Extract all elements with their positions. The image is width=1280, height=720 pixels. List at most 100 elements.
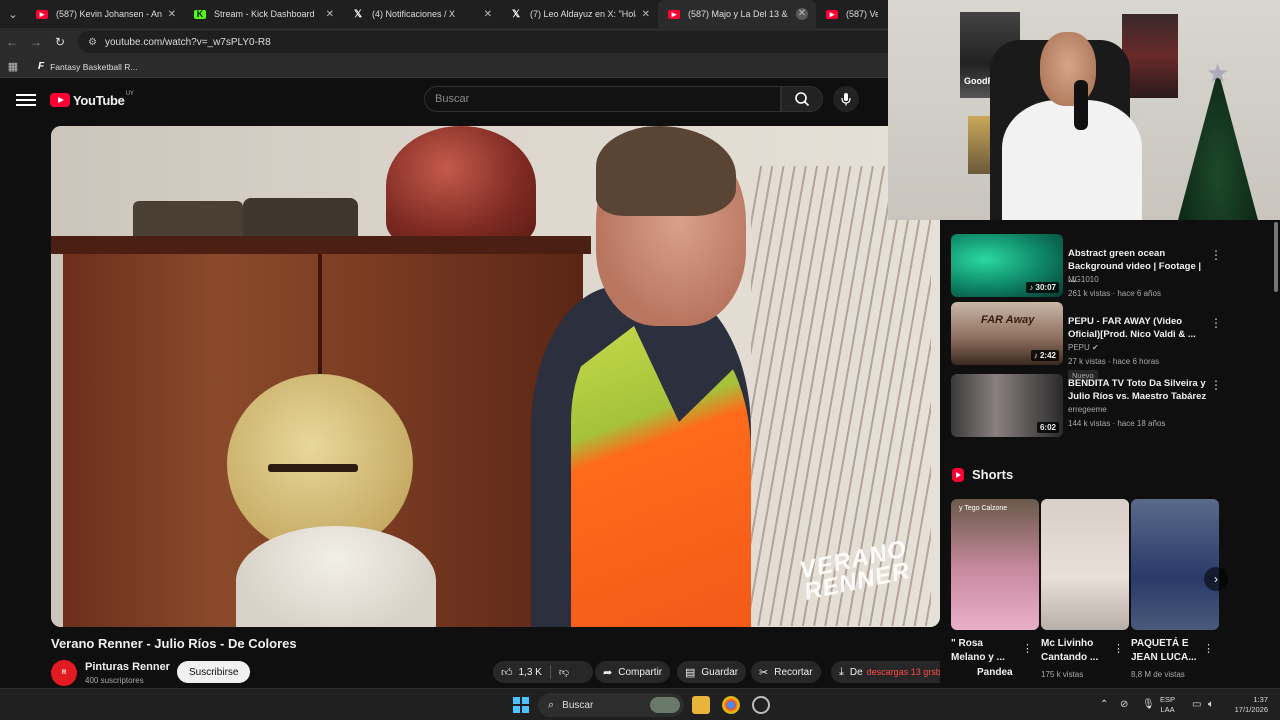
more-options-icon[interactable]: ⋮ — [1210, 316, 1222, 330]
duration-text: 2:42 — [1039, 351, 1056, 360]
short-thumbnail[interactable]: y Tego Calzone — [951, 499, 1039, 630]
close-icon[interactable]: ✕ — [642, 9, 650, 20]
address-bar[interactable]: ⚙ youtube.com/watch?v=_w7sPLY0-R8 — [78, 31, 938, 53]
title-line: Mc Livinho — [1041, 638, 1094, 649]
video-frame-lock — [268, 464, 358, 472]
short-title[interactable]: Mc Livinho Cantando ... — [1041, 637, 1098, 665]
windows-start-icon[interactable] — [513, 697, 529, 713]
clip-button[interactable]: ✂ Recortar — [751, 661, 821, 683]
scrollbar-thumb[interactable] — [1274, 222, 1278, 292]
recommendation-item[interactable]: 6:02 BENDITA TV Toto Da Silveira y Julio … — [950, 374, 1270, 438]
youtube-logo[interactable]: YouTube UY — [50, 91, 134, 108]
browser-tab[interactable]: ▸ (587) Kevin Johansen - Anoche ✕ — [26, 0, 184, 28]
obs-icon[interactable] — [752, 696, 770, 714]
bookmark-item[interactable]: F Fantasy Basketball R... — [38, 61, 138, 72]
close-icon[interactable]: ✕ — [326, 9, 334, 20]
share-label: Compartir — [618, 666, 663, 678]
page-scrollbar[interactable] — [1272, 222, 1280, 662]
title-line: Melano y ... — [951, 652, 1005, 663]
short-thumbnail[interactable] — [1041, 499, 1129, 630]
taskbar-search[interactable]: ⌕ Buscar — [538, 693, 684, 717]
menu-icon[interactable] — [16, 91, 36, 109]
search-button[interactable] — [781, 86, 823, 112]
duration-badge: ♪ 30:07 — [1026, 282, 1059, 293]
x-icon: 𝕏 — [511, 8, 521, 20]
taskbar-search-label: Buscar — [562, 699, 594, 711]
recommendation-title[interactable]: PEPU - FAR AWAY (Video Oficial)[Prod. Nic… — [1068, 315, 1208, 341]
browser-tab[interactable]: 𝕏 (4) Notificaciones / X ✕ — [342, 0, 500, 28]
channel-row: R Pinturas Renner 400 suscriptores Suscr… — [51, 658, 940, 686]
apps-grid-icon[interactable]: ▦ — [0, 60, 26, 73]
recommendation-channel[interactable]: MG1010 — [1068, 275, 1099, 284]
more-options-icon[interactable]: ⋮ — [1022, 642, 1033, 655]
channel-name[interactable]: Pinturas Renner — [85, 661, 170, 673]
recommendation-item[interactable]: ♪ 30:07 Abstract green ocean Background v… — [950, 234, 1270, 298]
christmas-tree — [1178, 70, 1258, 220]
title-line: Cantando ... — [1041, 652, 1099, 663]
browser-tab[interactable]: 𝕏 (7) Leo Aldayuz en X: "Hola si, ✕ — [500, 0, 658, 28]
short-title[interactable]: " Rosa Melano y ... — [951, 637, 1005, 665]
share-arrow-icon: ➦ — [603, 666, 613, 679]
chevron-right-icon[interactable]: › — [1204, 567, 1228, 591]
more-options-icon[interactable]: ⋮ — [1113, 642, 1124, 655]
system-clock[interactable]: 1:37 17/1/2026 — [1224, 695, 1268, 715]
share-button[interactable]: ➦ Compartir — [595, 661, 671, 683]
like-button[interactable]: 👍︎ 1,3 K — [493, 661, 550, 683]
tray-chevron-icon[interactable]: ⌃ — [1100, 699, 1108, 710]
voice-search-button[interactable] — [833, 86, 859, 112]
video-thumbnail[interactable]: 6:02 — [951, 374, 1063, 437]
more-options-icon[interactable]: ⋮ — [1203, 642, 1214, 655]
subscriber-count: 400 suscriptores — [85, 676, 144, 685]
url-text: youtube.com/watch?v=_w7sPLY0-R8 — [104, 36, 271, 48]
network-off-icon[interactable]: ⊘ — [1120, 699, 1128, 710]
chrome-icon[interactable] — [722, 696, 740, 714]
language-indicator[interactable]: ESP LAA — [1160, 695, 1175, 715]
video-frame-urn — [386, 126, 536, 246]
close-icon[interactable]: ✕ — [484, 9, 492, 20]
mic-tray-icon[interactable]: 🎙︎ — [1142, 699, 1155, 710]
search-input[interactable]: Buscar — [424, 86, 781, 112]
recommendation-channel[interactable]: PEPU ✔ — [1068, 343, 1099, 352]
browser-tab-active[interactable]: ▸ (587) Majo y La Del 13 & Lolo ✕ — [658, 0, 816, 28]
monitor-icon[interactable]: ▭ — [1192, 699, 1201, 710]
thumbs-down-icon: 👎︎ — [558, 667, 570, 678]
title-line: Abstract green ocean — [1068, 248, 1166, 259]
more-options-icon[interactable]: ⋮ — [1210, 378, 1222, 392]
browser-tab[interactable]: ▸ (587) Verano R — [816, 0, 886, 28]
duration-badge: ♪ 2:42 — [1030, 350, 1059, 361]
file-explorer-icon[interactable] — [692, 696, 710, 714]
tab-search-chevron-icon[interactable]: ⌄ — [0, 0, 26, 28]
clock-time: 1:37 — [1253, 695, 1268, 704]
reload-icon[interactable]: ↻ — [48, 35, 72, 49]
forward-arrow-icon[interactable]: → — [24, 35, 48, 49]
tab-label: (587) Verano R — [846, 9, 878, 19]
video-thumbnail[interactable]: ♪ 30:07 — [951, 234, 1063, 297]
movie-poster — [1122, 14, 1178, 98]
subscribe-button[interactable]: Suscribirse — [177, 661, 251, 683]
channel-avatar[interactable]: R — [51, 660, 77, 686]
title-line: JEAN LUCA... — [1131, 652, 1197, 663]
video-player[interactable]: VERANO RENNER — [51, 126, 940, 627]
close-icon[interactable]: ✕ — [796, 8, 808, 20]
youtube-header: YouTube UY Buscar — [0, 78, 890, 122]
save-label: Guardar — [701, 666, 739, 678]
save-button[interactable]: ▤ Guardar — [677, 661, 747, 683]
browser-tab[interactable]: K Stream - Kick Dashboard ✕ — [184, 0, 342, 28]
recommendation-channel[interactable]: erregeeme — [1068, 405, 1107, 414]
recommendation-item[interactable]: FAR Away ♪ 2:42 PEPU - FAR AWAY (Video Of… — [950, 302, 1270, 381]
short-thumbnail[interactable] — [1131, 499, 1219, 630]
close-icon[interactable]: ✕ — [168, 9, 176, 20]
site-info-icon[interactable]: ⚙ — [88, 37, 97, 48]
dislike-button[interactable]: 👎︎ — [551, 661, 577, 683]
short-title[interactable]: PAQUETÁ E JEAN LUCA... — [1131, 637, 1197, 665]
like-dislike-group: 👍︎ 1,3 K 👎︎ — [493, 661, 593, 683]
download-icon: ⤓ — [839, 665, 844, 678]
back-arrow-icon[interactable]: ← — [0, 35, 24, 49]
video-thumbnail[interactable]: FAR Away ♪ 2:42 — [951, 302, 1063, 365]
search-icon: ⌕ — [548, 698, 555, 711]
more-options-icon[interactable]: ⋮ — [1210, 248, 1222, 262]
recommendation-title[interactable]: BENDITA TV Toto Da Silveira y Julio Ríos … — [1068, 377, 1208, 403]
speaker-icon[interactable]: 🔈︎ — [1208, 699, 1214, 710]
video-frame-lamp — [236, 526, 436, 627]
download-button[interactable]: ⤓ De descargas 13 grsbkay — [831, 661, 940, 683]
